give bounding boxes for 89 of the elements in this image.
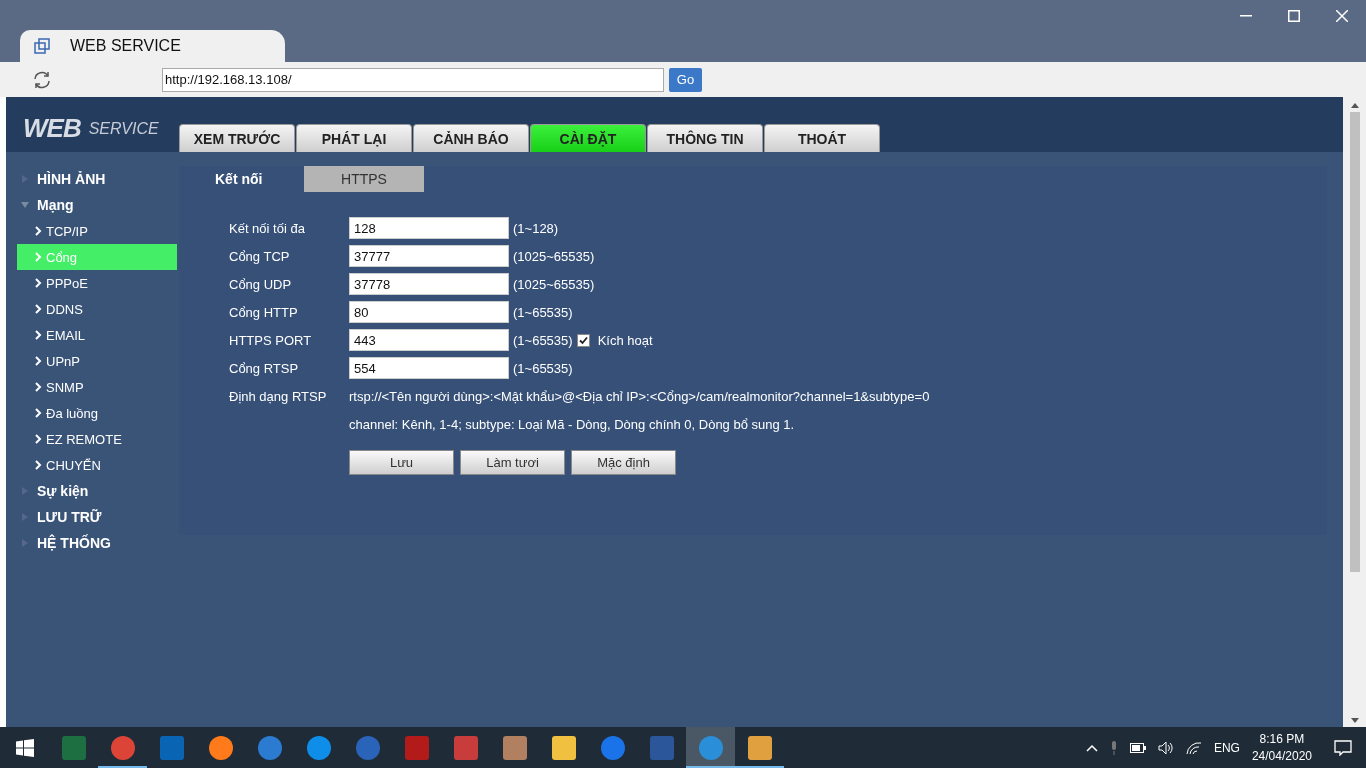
- scrollbar[interactable]: [1343, 97, 1366, 727]
- field-label: Kết nối tối đa: [229, 220, 306, 236]
- sidebar-item[interactable]: UPnP: [17, 348, 177, 374]
- sidebar-item[interactable]: EMAIL: [17, 322, 177, 348]
- collapsed-triangle-icon: [21, 539, 29, 547]
- nav-tab[interactable]: PHÁT LẠI: [296, 124, 412, 152]
- nav-tab[interactable]: CÀI ĐẶT: [530, 124, 646, 152]
- close-icon: [1336, 10, 1348, 22]
- input-field[interactable]: 554: [349, 357, 509, 379]
- range-hint: (1~128): [513, 220, 559, 236]
- chevron-right-icon: [35, 460, 42, 470]
- checkbox-label: Kích hoạt: [597, 332, 653, 348]
- scrollbar-thumb[interactable]: [1349, 112, 1360, 572]
- nav-tab[interactable]: THOÁT: [764, 124, 880, 152]
- refresh-icon[interactable]: [32, 69, 52, 90]
- logo-subtext: SERVICE: [88, 119, 159, 138]
- sidebar-item[interactable]: DDNS: [17, 296, 177, 322]
- range-hint: (1~65535): [513, 332, 573, 348]
- sidebar-item[interactable]: CHUYỂN: [17, 452, 177, 478]
- sidebar-item[interactable]: TCP/IP: [17, 218, 177, 244]
- wifi-icon[interactable]: [1185, 740, 1202, 755]
- chevron-right-icon: [35, 278, 42, 288]
- field-label: Định dạng RTSP: [229, 388, 328, 404]
- date-text: 24/04/2020: [1251, 749, 1312, 763]
- chevron-right-icon: [35, 382, 42, 392]
- language-indicator[interactable]: ENG: [1213, 740, 1240, 755]
- scroll-up-icon[interactable]: [1350, 103, 1359, 108]
- browser-tab[interactable]: WEB SERVICE: [20, 30, 285, 62]
- go-button[interactable]: Go: [669, 67, 702, 92]
- input-field[interactable]: 128: [349, 217, 509, 239]
- logo-text: WEB: [23, 113, 81, 144]
- minimize-icon: [1240, 15, 1252, 17]
- sidebar-section[interactable]: HỆ THỐNG: [17, 530, 177, 556]
- range-hint: (1~65535): [513, 304, 573, 320]
- action-button[interactable]: Lưu: [349, 450, 454, 475]
- range-hint: (1025~65535): [513, 276, 595, 292]
- input-field[interactable]: 37778: [349, 273, 509, 295]
- input-field[interactable]: 443: [349, 329, 509, 351]
- nav-tab[interactable]: XEM TRƯỚC: [179, 124, 295, 152]
- chevron-right-icon: [35, 330, 42, 340]
- sidebar-section[interactable]: HÌNH ẢNH: [17, 166, 177, 192]
- sidebar-section[interactable]: LƯU TRỮ: [17, 504, 177, 530]
- input-field[interactable]: 80: [349, 301, 509, 323]
- action-button[interactable]: Làm tươi: [460, 450, 565, 475]
- clock[interactable]: 8:16 PM 24/04/2020: [1251, 732, 1312, 763]
- field-label: Cổng TCP: [229, 248, 291, 264]
- chevron-right-icon: [35, 304, 42, 314]
- sidebar-item[interactable]: SNMP: [17, 374, 177, 400]
- sidebar-item[interactable]: PPPoE: [17, 270, 177, 296]
- chevron-right-icon: [35, 252, 42, 262]
- chevron-right-icon: [35, 356, 42, 366]
- expanded-triangle-icon: [21, 201, 29, 209]
- field-label: Cổng UDP: [229, 276, 293, 292]
- rtsp-note-text: channel: Kênh, 1-4; subtype: Loại Mã - Dòng, Dòng chính 0, Dòng bổ sung 1.: [349, 416, 795, 432]
- collapsed-triangle-icon: [21, 175, 29, 183]
- chevron-right-icon: [35, 434, 42, 444]
- tab-title: WEB SERVICE: [70, 37, 181, 55]
- chevron-up-icon[interactable]: [1085, 743, 1098, 752]
- field-label: Cổng RTSP: [229, 360, 300, 376]
- field-label: HTTPS PORT: [229, 332, 313, 348]
- window-icon: [34, 38, 50, 54]
- scroll-down-icon[interactable]: [1350, 718, 1359, 723]
- microphone-icon[interactable]: [1109, 740, 1118, 755]
- sidebar-item[interactable]: Đa luồng: [17, 400, 177, 426]
- chevron-right-icon: [35, 408, 42, 418]
- speaker-icon[interactable]: [1157, 740, 1174, 755]
- panel-tab[interactable]: Kết nối: [179, 166, 304, 192]
- panel-tab[interactable]: HTTPS: [304, 166, 424, 192]
- field-label: Cổng HTTP: [229, 304, 299, 320]
- nav-tab[interactable]: CẢNH BÁO: [413, 124, 529, 152]
- sidebar-section[interactable]: Mạng: [17, 192, 177, 218]
- collapsed-triangle-icon: [21, 513, 29, 521]
- collapsed-triangle-icon: [21, 487, 29, 495]
- battery-icon[interactable]: [1129, 742, 1146, 753]
- maximize-icon: [1288, 10, 1300, 22]
- url-field[interactable]: http://192.168.13.108/: [162, 67, 664, 92]
- rtsp-format-text: rtsp://<Tên người dùng>:<Mật khẩu>@<Địa chỉ IP>:<Cổng>/cam/realmonitor?channel=1&subtype=0: [349, 388, 930, 404]
- windows-icon: [15, 738, 34, 757]
- range-hint: (1~65535): [513, 360, 573, 376]
- nav-tab[interactable]: THÔNG TIN: [647, 124, 763, 152]
- action-button[interactable]: Mặc định: [571, 450, 676, 475]
- time-text: 8:16 PM: [1259, 732, 1305, 746]
- notification-icon[interactable]: [1334, 739, 1352, 756]
- range-hint: (1025~65535): [513, 248, 595, 264]
- sidebar-item[interactable]: EZ REMOTE: [17, 426, 177, 452]
- checkbox[interactable]: [576, 333, 590, 347]
- chevron-right-icon: [35, 226, 42, 236]
- sidebar-section[interactable]: Sự kiện: [17, 478, 177, 504]
- input-field[interactable]: 37777: [349, 245, 509, 267]
